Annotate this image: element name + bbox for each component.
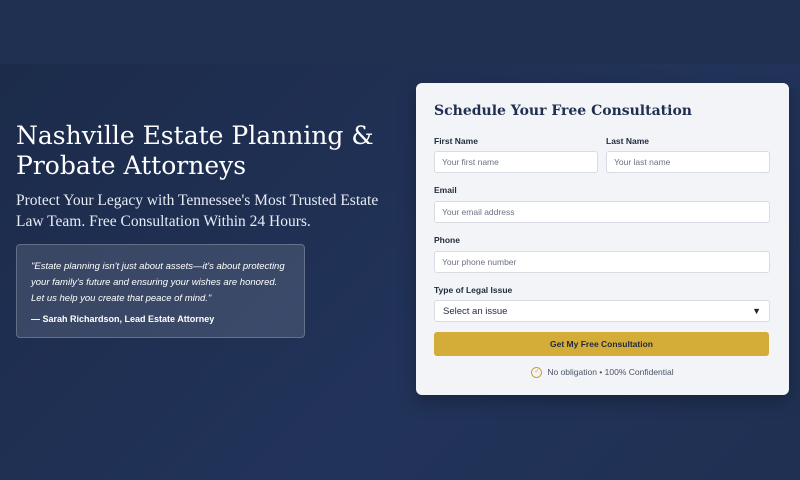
testimonial-author: — Sarah Richardson, Lead Estate Attorney — [31, 314, 215, 324]
email-label: Email — [434, 185, 457, 195]
form-title: Schedule Your Free Consultation — [434, 103, 692, 119]
assurance-note: ✓ No obligation • 100% Confidential — [416, 365, 789, 379]
check-circle-icon: ✓ — [531, 366, 543, 378]
phone-label: Phone — [434, 235, 460, 245]
hero-subtitle: Protect Your Legacy with Tennessee's Mos… — [16, 192, 379, 230]
legal-issue-label: Type of Legal Issue — [434, 285, 513, 295]
first-name-label: First Name — [434, 136, 478, 146]
first-name-input[interactable] — [434, 151, 598, 173]
last-name-label: Last Name — [606, 136, 649, 146]
last-name-input[interactable] — [606, 151, 770, 173]
legal-issue-selected-value: Select an issue — [443, 305, 508, 317]
chevron-down-icon: ▼ — [752, 306, 761, 316]
testimonial-text: "Estate planning isn't just about assets… — [31, 261, 285, 304]
assurance-text: No obligation • 100% Confidential — [547, 367, 674, 377]
hero-title: Nashville Estate Planning & Probate Atto… — [16, 121, 374, 180]
legal-issue-select[interactable]: Select an issue ▼ — [434, 300, 770, 322]
email-input[interactable] — [434, 201, 770, 223]
testimonial-quote-box: "Estate planning isn't just about assets… — [16, 244, 305, 338]
phone-input[interactable] — [434, 251, 770, 273]
submit-consultation-button[interactable]: Get My Free Consultation — [434, 332, 769, 356]
consultation-form-card: Schedule Your Free Consultation First Na… — [416, 83, 789, 395]
top-nav-band — [0, 0, 800, 64]
